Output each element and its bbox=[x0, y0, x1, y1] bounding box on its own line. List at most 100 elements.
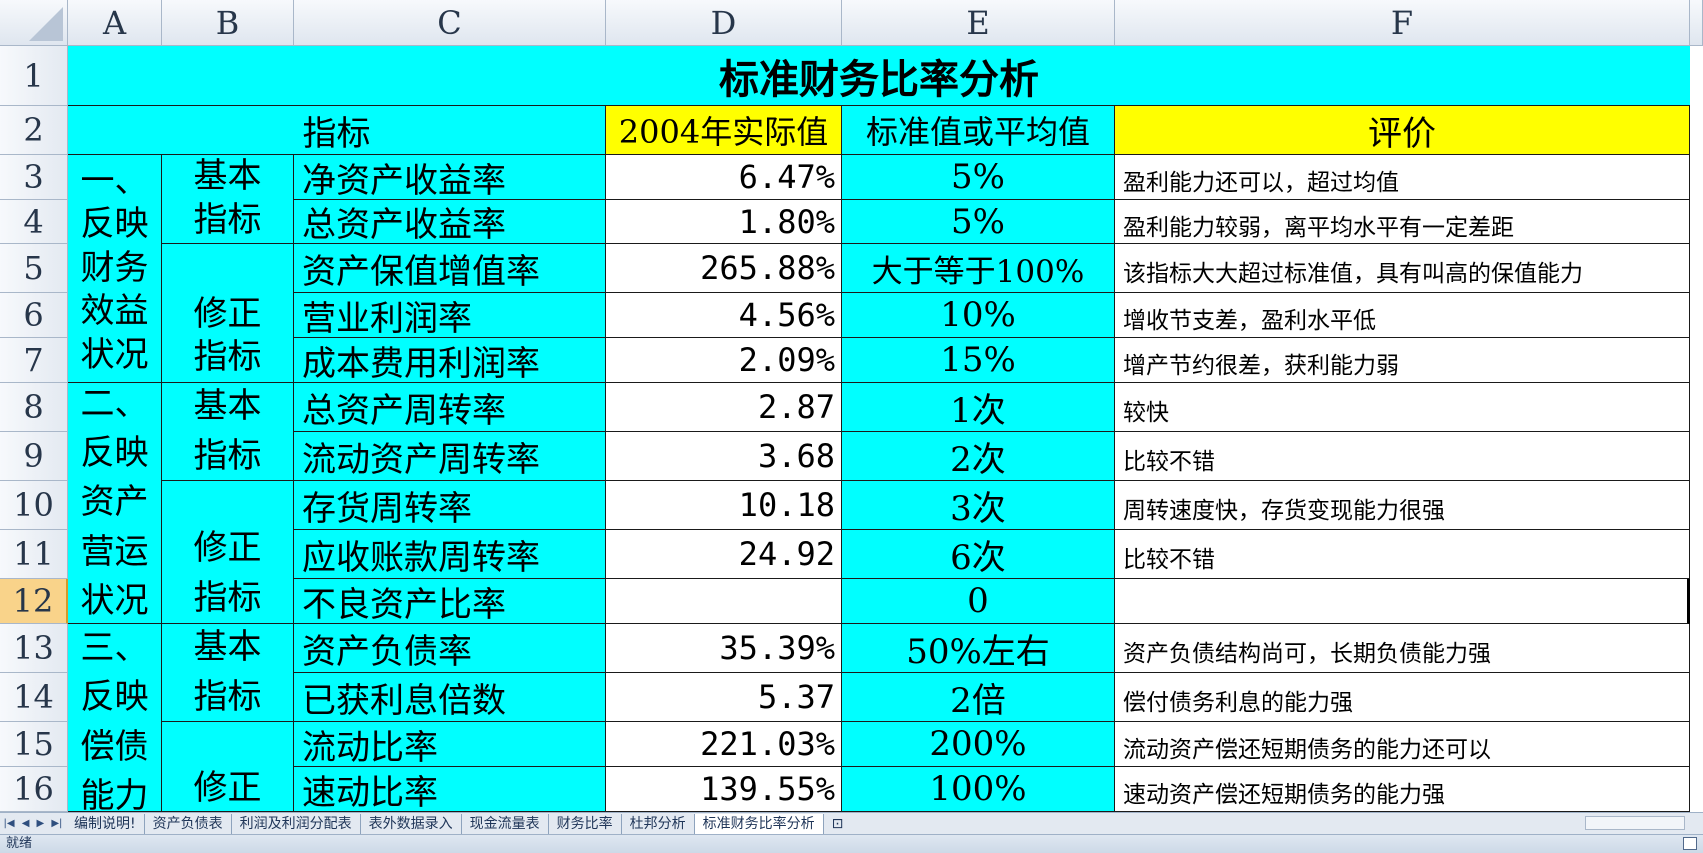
row-header-11[interactable]: 11 bbox=[0, 530, 68, 579]
row-header-9[interactable]: 9 bbox=[0, 432, 68, 481]
column-header-b[interactable]: B bbox=[162, 0, 294, 46]
row-header-7[interactable]: 7 bbox=[0, 338, 68, 383]
evaluation-cell[interactable]: 盈利能力还可以，超过均值 bbox=[1115, 155, 1690, 200]
sheet-tab[interactable]: 财务比率 bbox=[549, 813, 622, 834]
indicator-name-cell[interactable]: 存货周转率 bbox=[294, 481, 606, 530]
column-header-a[interactable]: A bbox=[68, 0, 162, 46]
row-header-5[interactable]: 5 bbox=[0, 244, 68, 293]
sheet-tab[interactable]: 杜邦分析 bbox=[622, 813, 695, 834]
standard-value-cell[interactable]: 50%左右 bbox=[842, 624, 1115, 673]
evaluation-cell[interactable]: 增产节约很差，获利能力弱 bbox=[1115, 338, 1690, 383]
sheet-tab[interactable]: 利润及利润分配表 bbox=[232, 813, 361, 834]
standard-value-cell[interactable]: 0 bbox=[842, 579, 1115, 624]
row-header-10[interactable]: 10 bbox=[0, 481, 68, 530]
sheet-tab[interactable]: 编制说明! bbox=[66, 813, 145, 834]
row-header-16[interactable]: 16 bbox=[0, 767, 68, 812]
standard-value-cell[interactable]: 5% bbox=[842, 155, 1115, 200]
evaluation-cell[interactable]: 速动资产偿还短期债务的能力强 bbox=[1115, 767, 1690, 812]
indicator-name-cell[interactable]: 流动比率 bbox=[294, 722, 606, 767]
subgroup-modify-2[interactable]: 修正 指标 bbox=[162, 481, 294, 624]
actual-value-cell[interactable]: 1.80% bbox=[606, 200, 842, 244]
column-header-e[interactable]: E bbox=[842, 0, 1115, 46]
next-sheet-icon[interactable]: ▶ bbox=[37, 818, 45, 829]
actual-value-cell[interactable]: 6.47% bbox=[606, 155, 842, 200]
actual-value-cell[interactable]: 5.37 bbox=[606, 673, 842, 722]
sheet-title[interactable]: 标准财务比率分析 bbox=[68, 46, 1690, 106]
indicator-name-cell[interactable]: 资产保值增值率 bbox=[294, 244, 606, 293]
standard-value-cell[interactable]: 200% bbox=[842, 722, 1115, 767]
actual-value-cell[interactable]: 3.68 bbox=[606, 432, 842, 481]
evaluation-cell[interactable]: 偿付债务利息的能力强 bbox=[1115, 673, 1690, 722]
subgroup-basic-2[interactable]: 基本 指标 bbox=[162, 383, 294, 481]
row-header-4[interactable]: 4 bbox=[0, 200, 68, 244]
sheet-tab[interactable]: 资产负债表 bbox=[145, 813, 232, 834]
row-header-1[interactable]: 1 bbox=[0, 46, 68, 106]
row-header-14[interactable]: 14 bbox=[0, 673, 68, 722]
indicator-name-cell[interactable]: 总资产周转率 bbox=[294, 383, 606, 432]
column-header-d[interactable]: D bbox=[606, 0, 842, 46]
actual-value-cell[interactable]: 221.03% bbox=[606, 722, 842, 767]
actual-value-cell[interactable]: 139.55% bbox=[606, 767, 842, 812]
standard-value-cell[interactable]: 2倍 bbox=[842, 673, 1115, 722]
actual-value-cell[interactable]: 10.18 bbox=[606, 481, 842, 530]
horizontal-scrollbar[interactable] bbox=[1585, 816, 1685, 830]
actual-value-cell[interactable]: 2.09% bbox=[606, 338, 842, 383]
insert-sheet-icon[interactable]: ⊡ bbox=[824, 814, 852, 834]
subgroup-modify-3[interactable]: 修正 bbox=[162, 722, 294, 812]
select-all-corner[interactable] bbox=[0, 0, 68, 46]
evaluation-cell[interactable]: 比较不错 bbox=[1115, 432, 1690, 481]
evaluation-cell[interactable] bbox=[1115, 579, 1690, 624]
actual-value-cell[interactable]: 35.39% bbox=[606, 624, 842, 673]
prev-sheet-icon[interactable]: ◀ bbox=[22, 818, 30, 829]
standard-value-cell[interactable]: 100% bbox=[842, 767, 1115, 812]
row-header-6[interactable]: 6 bbox=[0, 293, 68, 338]
evaluation-cell[interactable]: 该指标大大超过标准值，具有叫高的保值能力 bbox=[1115, 244, 1690, 293]
standard-value-cell[interactable]: 1次 bbox=[842, 383, 1115, 432]
evaluation-cell[interactable]: 增收节支差，盈利水平低 bbox=[1115, 293, 1690, 338]
indicator-name-cell[interactable]: 资产负债率 bbox=[294, 624, 606, 673]
actual-value-cell[interactable]: 2.87 bbox=[606, 383, 842, 432]
indicator-name-cell[interactable]: 营业利润率 bbox=[294, 293, 606, 338]
indicator-name-cell[interactable]: 速动比率 bbox=[294, 767, 606, 812]
indicator-name-cell[interactable]: 成本费用利润率 bbox=[294, 338, 606, 383]
column-header-c[interactable]: C bbox=[294, 0, 606, 46]
actual-value-cell[interactable]: 24.92 bbox=[606, 530, 842, 579]
normal-view-icon[interactable] bbox=[1683, 837, 1697, 850]
indicator-name-cell[interactable]: 总资产收益率 bbox=[294, 200, 606, 244]
header-actual[interactable]: 2004年实际值 bbox=[606, 106, 842, 155]
subgroup-basic-1[interactable]: 基本 指标 bbox=[162, 155, 294, 244]
first-sheet-icon[interactable]: |◀ bbox=[4, 818, 15, 829]
evaluation-cell[interactable]: 比较不错 bbox=[1115, 530, 1690, 579]
group-financial-efficiency[interactable]: 一、 反映 财务 效益 状况 bbox=[68, 155, 162, 383]
standard-value-cell[interactable]: 15% bbox=[842, 338, 1115, 383]
standard-value-cell[interactable]: 大于等于100% bbox=[842, 244, 1115, 293]
indicator-name-cell[interactable]: 已获利息倍数 bbox=[294, 673, 606, 722]
group-asset-operation[interactable]: 二、 反映 资产 营运 状况 bbox=[68, 383, 162, 624]
group-solvency[interactable]: 三、 反映 偿债 能力 bbox=[68, 624, 162, 812]
actual-value-cell[interactable]: 265.88% bbox=[606, 244, 842, 293]
standard-value-cell[interactable]: 2次 bbox=[842, 432, 1115, 481]
row-header-13[interactable]: 13 bbox=[0, 624, 68, 673]
sheet-tab-active[interactable]: 标准财务比率分析 bbox=[694, 813, 824, 834]
indicator-name-cell[interactable]: 应收账款周转率 bbox=[294, 530, 606, 579]
header-standard[interactable]: 标准值或平均值 bbox=[842, 106, 1115, 155]
row-header-12[interactable]: 12 bbox=[0, 579, 68, 624]
evaluation-cell[interactable]: 资产负债结构尚可，长期负债能力强 bbox=[1115, 624, 1690, 673]
standard-value-cell[interactable]: 5% bbox=[842, 200, 1115, 244]
evaluation-cell[interactable]: 周转速度快，存货变现能力很强 bbox=[1115, 481, 1690, 530]
header-evaluation[interactable]: 评价 bbox=[1115, 106, 1690, 155]
column-header-f[interactable]: F bbox=[1115, 0, 1690, 46]
sheet-tab[interactable]: 现金流量表 bbox=[462, 813, 549, 834]
subgroup-modify-1[interactable]: 修正 指标 bbox=[162, 244, 294, 383]
evaluation-cell[interactable]: 流动资产偿还短期债务的能力还可以 bbox=[1115, 722, 1690, 767]
row-header-8[interactable]: 8 bbox=[0, 383, 68, 432]
actual-value-cell[interactable]: 4.56% bbox=[606, 293, 842, 338]
last-sheet-icon[interactable]: ▶| bbox=[51, 818, 62, 829]
header-indicator[interactable]: 指标 bbox=[68, 106, 606, 155]
indicator-name-cell[interactable]: 不良资产比率 bbox=[294, 579, 606, 624]
evaluation-cell[interactable]: 较快 bbox=[1115, 383, 1690, 432]
sheet-tab[interactable]: 表外数据录入 bbox=[361, 813, 462, 834]
actual-value-cell[interactable] bbox=[606, 579, 842, 624]
evaluation-cell[interactable]: 盈利能力较弱，离平均水平有一定差距 bbox=[1115, 200, 1690, 244]
standard-value-cell[interactable]: 3次 bbox=[842, 481, 1115, 530]
